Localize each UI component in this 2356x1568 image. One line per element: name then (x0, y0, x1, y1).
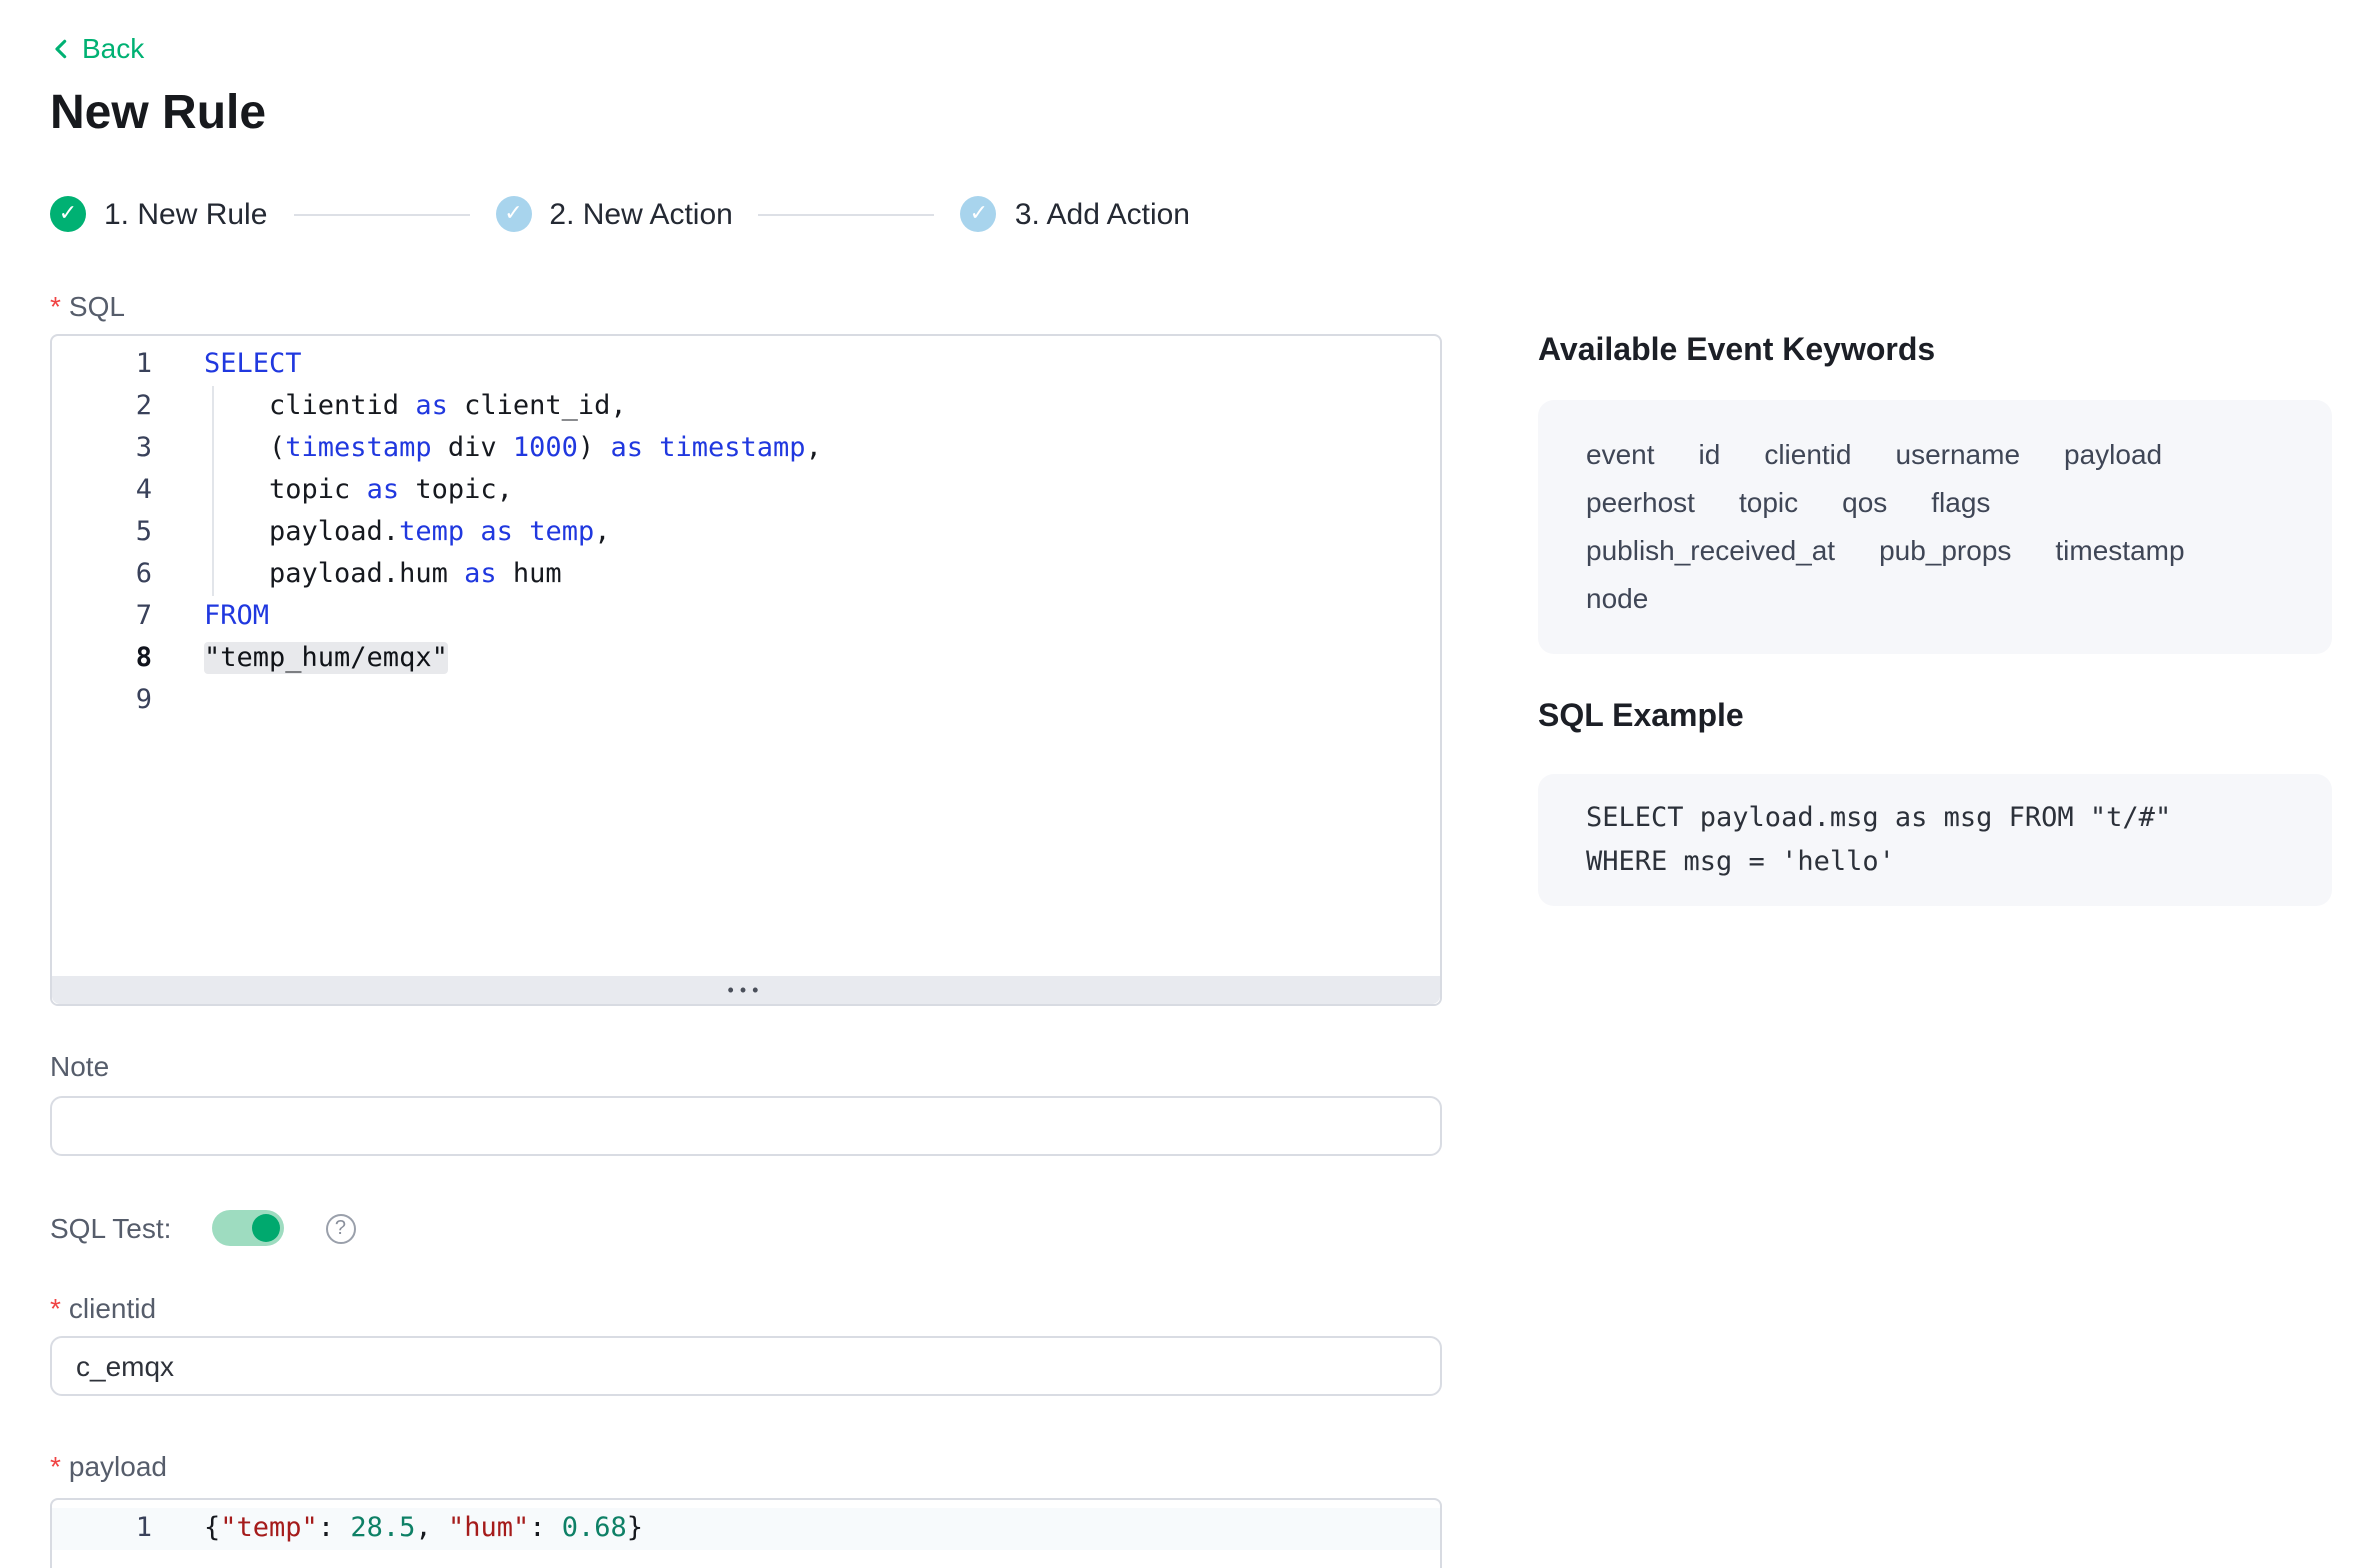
code-line-text: payload.temp as temp, (204, 512, 611, 554)
step-label: 2. New Action (549, 197, 732, 231)
event-keyword: topic (1739, 478, 1798, 526)
keyword-row: node (1586, 574, 2284, 622)
code-line-text: SELECT (204, 344, 302, 386)
clientid-label-text: clientid (69, 1292, 156, 1324)
code-line-text: "temp_hum/emqx" (204, 638, 448, 680)
sql-editor-content[interactable]: 1SELECT2 clientid as client_id,3 (timest… (52, 336, 1440, 976)
step-label: 3. Add Action (1015, 197, 1190, 231)
sql-test-toggle[interactable] (211, 1210, 283, 1246)
event-keyword: publish_received_at (1586, 526, 1835, 574)
note-input[interactable] (50, 1096, 1442, 1156)
sql-example-panel: SELECT payload.msg as msg FROM "t/#" WHE… (1538, 774, 2332, 906)
payload-editor-content[interactable]: 1 {"temp": 28.5, "hum": 0.68} (52, 1500, 1440, 1550)
keywords-panel-title: Available Event Keywords (1538, 332, 2332, 372)
sql-code-editor[interactable]: 1SELECT2 clientid as client_id,3 (timest… (50, 334, 1442, 1006)
step-done-check-icon: ✓ (50, 196, 86, 232)
steps-bar: ✓ 1. New Rule ✓ 2. New Action ✓ 3. Add A… (50, 192, 1442, 236)
help-sidebar: Available Event Keywords eventid clientid… (1538, 0, 2332, 906)
step-pending-check-icon: ✓ (961, 196, 997, 232)
sql-example-line: SELECT payload.msg as msg FROM "t/#" (1586, 796, 2284, 840)
back-link[interactable]: Back (50, 28, 144, 68)
line-number: 7 (52, 596, 152, 638)
required-asterisk: * (50, 1292, 61, 1324)
code-line[interactable]: 2 clientid as client_id, (52, 386, 1440, 428)
step-connector (759, 213, 935, 215)
code-line-text: {"temp": 28.5, "hum": 0.68} (204, 1508, 643, 1550)
clientid-field-label: * clientid (50, 1290, 1442, 1326)
sql-test-row: SQL Test: ? (50, 1208, 1442, 1248)
code-line-text: clientid as client_id, (204, 386, 627, 428)
note-field-label: Note (50, 1048, 1442, 1084)
event-keyword: clientid (1764, 430, 1851, 478)
event-keyword: username (1896, 430, 2021, 478)
event-keyword: peerhost (1586, 478, 1695, 526)
event-keyword: id (1699, 430, 1721, 478)
event-keyword: event (1586, 430, 1655, 478)
line-number: 9 (52, 680, 152, 722)
main-form-column: Back New Rule ✓ 1. New Rule ✓ 2. New Act… (50, 0, 1442, 1568)
back-label: Back (82, 32, 144, 64)
code-line[interactable]: 1 {"temp": 28.5, "hum": 0.68} (52, 1508, 1440, 1550)
keyword-row: eventid clientid username payload (1586, 430, 2284, 478)
line-number: 6 (52, 554, 152, 596)
toggle-knob (251, 1214, 279, 1242)
payload-field-label: * payload (50, 1448, 1442, 1484)
step-connector (293, 213, 469, 215)
indent-guide-line (212, 386, 214, 596)
required-asterisk: * (50, 290, 61, 322)
sql-test-label-text: SQL Test: (50, 1212, 171, 1244)
code-line-text: topic as topic, (204, 470, 513, 512)
event-keyword: qos (1842, 478, 1887, 526)
code-line[interactable]: 6 payload.hum as hum (52, 554, 1440, 596)
editor-resize-handle[interactable]: ••• (52, 976, 1440, 1004)
new-rule-page: Back New Rule ✓ 1. New Rule ✓ 2. New Act… (0, 0, 2356, 1568)
event-keyword: flags (1931, 478, 1990, 526)
code-line-text: (timestamp div 1000) as timestamp, (204, 428, 822, 470)
line-number: 5 (52, 512, 152, 554)
keywords-panel: eventid clientid username payload peerhost to… (1538, 400, 2332, 654)
event-keyword: node (1586, 574, 1648, 622)
code-line[interactable]: 8 "temp_hum/emqx" (52, 638, 1440, 680)
line-number: 1 (52, 1508, 152, 1550)
line-number: 3 (52, 428, 152, 470)
clientid-input[interactable] (50, 1336, 1442, 1396)
step-add-action[interactable]: ✓ 3. Add Action (961, 196, 1190, 232)
sql-example-title: SQL Example (1538, 698, 2332, 738)
code-line[interactable]: 9 (52, 680, 1440, 722)
code-line-text: payload.hum as hum (204, 554, 562, 596)
code-line[interactable]: 3 (timestamp div 1000) as timestamp, (52, 428, 1440, 470)
help-question-icon[interactable]: ? (325, 1213, 355, 1243)
required-asterisk: * (50, 1450, 61, 1482)
sql-example-line: WHERE msg = 'hello' (1586, 840, 2284, 884)
code-line-text: FROM (204, 596, 269, 638)
line-number: 8 (52, 638, 152, 680)
payload-label-text: payload (69, 1450, 167, 1482)
payload-code-editor[interactable]: 1 {"temp": 28.5, "hum": 0.68} (50, 1498, 1442, 1568)
step-new-rule[interactable]: ✓ 1. New Rule (50, 196, 267, 232)
keyword-row: publish_received_at pub_props timestamp (1586, 526, 2284, 574)
sql-field-label: * SQL (50, 288, 1442, 324)
step-pending-check-icon: ✓ (495, 196, 531, 232)
code-line[interactable]: 1 SELECT (52, 344, 1440, 386)
page-title: New Rule (50, 84, 1442, 144)
sql-test-label: SQL Test: (50, 1210, 171, 1246)
event-keyword: payload (2064, 430, 2162, 478)
line-number: 4 (52, 470, 152, 512)
event-keyword: timestamp (2055, 526, 2184, 574)
code-line[interactable]: 4 topic as topic, (52, 470, 1440, 512)
code-line[interactable]: 7 FROM (52, 596, 1440, 638)
keyword-row: peerhost topic qos flags (1586, 478, 2284, 526)
line-number: 2 (52, 386, 152, 428)
code-line[interactable]: 5 payload.temp as temp, (52, 512, 1440, 554)
note-label-text: Note (50, 1050, 109, 1082)
line-number: 1 (52, 344, 152, 386)
step-new-action[interactable]: ✓ 2. New Action (495, 196, 732, 232)
step-label: 1. New Rule (104, 197, 267, 231)
chevron-left-icon (50, 37, 72, 59)
sql-label-text: SQL (69, 290, 125, 322)
event-keyword: pub_props (1879, 526, 2011, 574)
